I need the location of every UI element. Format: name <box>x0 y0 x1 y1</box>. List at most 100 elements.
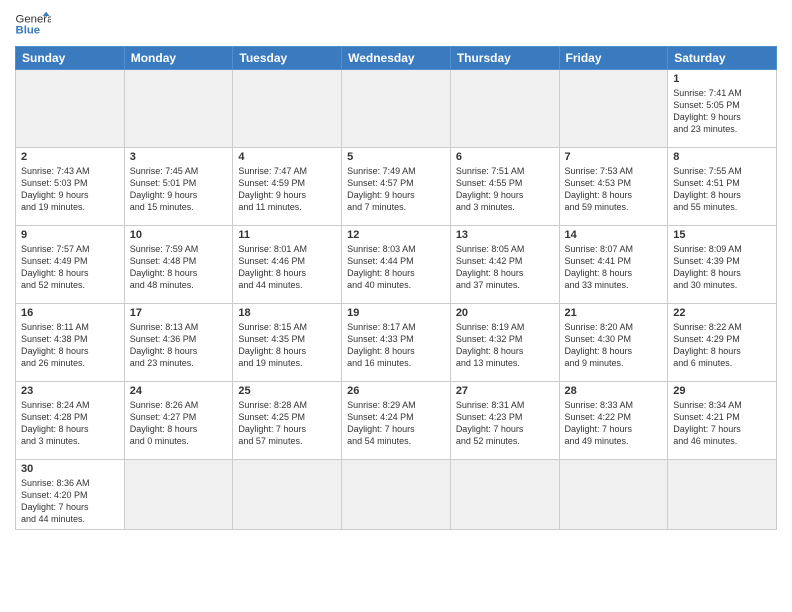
day-number: 1 <box>673 73 771 85</box>
day-info: Sunrise: 8:15 AM Sunset: 4:35 PM Dayligh… <box>238 321 336 370</box>
day-info: Sunrise: 8:31 AM Sunset: 4:23 PM Dayligh… <box>456 399 554 448</box>
calendar-cell: 14 Sunrise: 8:07 AM Sunset: 4:41 PM Dayli… <box>559 226 668 304</box>
day-number: 9 <box>21 229 119 241</box>
day-number: 4 <box>238 151 336 163</box>
day-number: 24 <box>130 385 228 397</box>
calendar-cell: 16Sunrise: 8:11 AM Sunset: 4:38 PM Dayli… <box>16 304 125 382</box>
day-number: 18 <box>238 307 336 319</box>
day-info: Sunrise: 8:09 AM Sunset: 4:39 PM Dayligh… <box>673 243 771 292</box>
calendar-cell: 4 Sunrise: 7:47 AM Sunset: 4:59 PM Daylig… <box>233 148 342 226</box>
day-info: Sunrise: 8:01 AM Sunset: 4:46 PM Dayligh… <box>238 243 336 292</box>
day-info: Sunrise: 8:29 AM Sunset: 4:24 PM Dayligh… <box>347 399 445 448</box>
day-number: 25 <box>238 385 336 397</box>
calendar-cell: 3 Sunrise: 7:45 AM Sunset: 5:01 PM Daylig… <box>124 148 233 226</box>
calendar-cell: 7Sunrise: 7:53 AM Sunset: 4:53 PM Daylig… <box>559 148 668 226</box>
day-number: 17 <box>130 307 228 319</box>
calendar-cell: 25 Sunrise: 8:28 AM Sunset: 4:25 PM Dayli… <box>233 382 342 460</box>
calendar-cell: 15 Sunrise: 8:09 AM Sunset: 4:39 PM Dayli… <box>668 226 777 304</box>
svg-text:Blue: Blue <box>16 25 41 37</box>
calendar-cell: 9Sunrise: 7:57 AM Sunset: 4:49 PM Daylig… <box>16 226 125 304</box>
week-row-4: 16Sunrise: 8:11 AM Sunset: 4:38 PM Dayli… <box>16 304 777 382</box>
calendar-cell: 28Sunrise: 8:33 AM Sunset: 4:22 PM Dayli… <box>559 382 668 460</box>
calendar-cell: 18 Sunrise: 8:15 AM Sunset: 4:35 PM Dayli… <box>233 304 342 382</box>
calendar-cell: 6Sunrise: 7:51 AM Sunset: 4:55 PM Daylig… <box>450 148 559 226</box>
weekday-header-row: SundayMondayTuesdayWednesdayThursdayFrid… <box>16 47 777 70</box>
calendar-cell <box>342 460 451 530</box>
calendar-cell: 8Sunrise: 7:55 AM Sunset: 4:51 PM Daylig… <box>668 148 777 226</box>
calendar-cell: 2 Sunrise: 7:43 AM Sunset: 5:03 PM Daylig… <box>16 148 125 226</box>
day-number: 20 <box>456 307 554 319</box>
logo: General Blue <box>15 10 57 38</box>
day-number: 27 <box>456 385 554 397</box>
calendar-cell <box>124 460 233 530</box>
calendar-cell <box>342 70 451 148</box>
week-row-6: 30Sunrise: 8:36 AM Sunset: 4:20 PM Dayli… <box>16 460 777 530</box>
day-info: Sunrise: 8:28 AM Sunset: 4:25 PM Dayligh… <box>238 399 336 448</box>
day-info: Sunrise: 7:47 AM Sunset: 4:59 PM Dayligh… <box>238 165 336 214</box>
day-number: 2 <box>21 151 119 163</box>
day-info: Sunrise: 8:03 AM Sunset: 4:44 PM Dayligh… <box>347 243 445 292</box>
weekday-saturday: Saturday <box>668 47 777 70</box>
day-number: 21 <box>565 307 663 319</box>
day-number: 3 <box>130 151 228 163</box>
day-number: 30 <box>21 463 119 475</box>
weekday-thursday: Thursday <box>450 47 559 70</box>
calendar-cell: 22 Sunrise: 8:22 AM Sunset: 4:29 PM Dayli… <box>668 304 777 382</box>
day-info: Sunrise: 7:41 AM Sunset: 5:05 PM Dayligh… <box>673 87 771 136</box>
weekday-monday: Monday <box>124 47 233 70</box>
day-number: 29 <box>673 385 771 397</box>
day-number: 11 <box>238 229 336 241</box>
calendar-cell <box>233 70 342 148</box>
calendar-cell: 29 Sunrise: 8:34 AM Sunset: 4:21 PM Dayli… <box>668 382 777 460</box>
weekday-sunday: Sunday <box>16 47 125 70</box>
calendar-cell: 13Sunrise: 8:05 AM Sunset: 4:42 PM Dayli… <box>450 226 559 304</box>
day-number: 19 <box>347 307 445 319</box>
day-info: Sunrise: 7:49 AM Sunset: 4:57 PM Dayligh… <box>347 165 445 214</box>
day-info: Sunrise: 7:59 AM Sunset: 4:48 PM Dayligh… <box>130 243 228 292</box>
calendar-table: SundayMondayTuesdayWednesdayThursdayFrid… <box>15 46 777 530</box>
calendar-cell: 11 Sunrise: 8:01 AM Sunset: 4:46 PM Dayli… <box>233 226 342 304</box>
day-info: Sunrise: 8:26 AM Sunset: 4:27 PM Dayligh… <box>130 399 228 448</box>
calendar-cell: 27 Sunrise: 8:31 AM Sunset: 4:23 PM Dayli… <box>450 382 559 460</box>
day-number: 5 <box>347 151 445 163</box>
day-number: 12 <box>347 229 445 241</box>
calendar-cell: 21 Sunrise: 8:20 AM Sunset: 4:30 PM Dayli… <box>559 304 668 382</box>
day-number: 7 <box>565 151 663 163</box>
calendar-cell <box>668 460 777 530</box>
day-info: Sunrise: 7:43 AM Sunset: 5:03 PM Dayligh… <box>21 165 119 214</box>
logo-icon: General Blue <box>15 10 51 38</box>
calendar-cell: 1 Sunrise: 7:41 AM Sunset: 5:05 PM Daylig… <box>668 70 777 148</box>
calendar-cell <box>559 460 668 530</box>
day-info: Sunrise: 8:34 AM Sunset: 4:21 PM Dayligh… <box>673 399 771 448</box>
day-number: 23 <box>21 385 119 397</box>
day-info: Sunrise: 7:45 AM Sunset: 5:01 PM Dayligh… <box>130 165 228 214</box>
calendar-cell: 17Sunrise: 8:13 AM Sunset: 4:36 PM Dayli… <box>124 304 233 382</box>
header: General Blue <box>15 10 777 38</box>
calendar-cell <box>450 70 559 148</box>
day-number: 8 <box>673 151 771 163</box>
day-info: Sunrise: 8:07 AM Sunset: 4:41 PM Dayligh… <box>565 243 663 292</box>
day-number: 10 <box>130 229 228 241</box>
day-info: Sunrise: 8:05 AM Sunset: 4:42 PM Dayligh… <box>456 243 554 292</box>
weekday-wednesday: Wednesday <box>342 47 451 70</box>
calendar-cell: 12 Sunrise: 8:03 AM Sunset: 4:44 PM Dayli… <box>342 226 451 304</box>
calendar-cell <box>124 70 233 148</box>
weekday-tuesday: Tuesday <box>233 47 342 70</box>
week-row-2: 2 Sunrise: 7:43 AM Sunset: 5:03 PM Daylig… <box>16 148 777 226</box>
day-info: Sunrise: 8:24 AM Sunset: 4:28 PM Dayligh… <box>21 399 119 448</box>
day-number: 15 <box>673 229 771 241</box>
calendar-cell: 26 Sunrise: 8:29 AM Sunset: 4:24 PM Dayli… <box>342 382 451 460</box>
calendar-cell <box>559 70 668 148</box>
week-row-1: 1 Sunrise: 7:41 AM Sunset: 5:05 PM Daylig… <box>16 70 777 148</box>
day-number: 26 <box>347 385 445 397</box>
day-info: Sunrise: 8:19 AM Sunset: 4:32 PM Dayligh… <box>456 321 554 370</box>
calendar-cell: 30Sunrise: 8:36 AM Sunset: 4:20 PM Dayli… <box>16 460 125 530</box>
calendar-cell: 19Sunrise: 8:17 AM Sunset: 4:33 PM Dayli… <box>342 304 451 382</box>
day-info: Sunrise: 8:22 AM Sunset: 4:29 PM Dayligh… <box>673 321 771 370</box>
day-number: 14 <box>565 229 663 241</box>
day-info: Sunrise: 8:20 AM Sunset: 4:30 PM Dayligh… <box>565 321 663 370</box>
calendar-cell: 20 Sunrise: 8:19 AM Sunset: 4:32 PM Dayli… <box>450 304 559 382</box>
calendar-cell: 23 Sunrise: 8:24 AM Sunset: 4:28 PM Dayli… <box>16 382 125 460</box>
day-number: 22 <box>673 307 771 319</box>
calendar-cell: 10 Sunrise: 7:59 AM Sunset: 4:48 PM Dayli… <box>124 226 233 304</box>
